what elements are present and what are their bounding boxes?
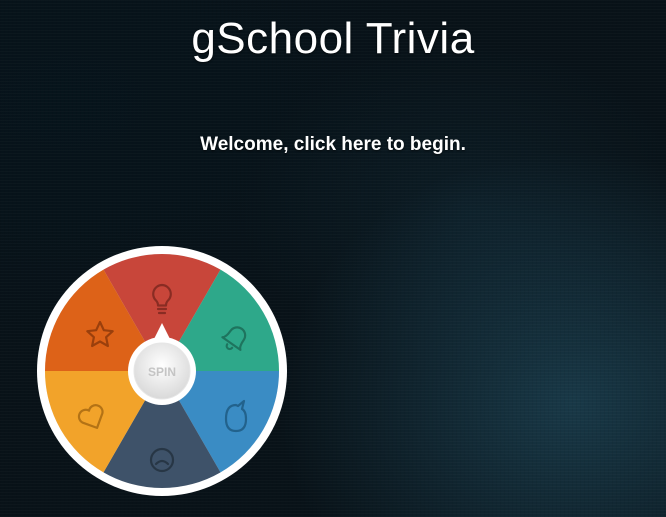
spin-button-label: SPIN [148,365,176,379]
begin-link[interactable]: Welcome, click here to begin. [0,134,666,156]
page-title: gSchool Trivia [191,14,475,63]
trivia-wheel: SPIN [36,245,288,497]
